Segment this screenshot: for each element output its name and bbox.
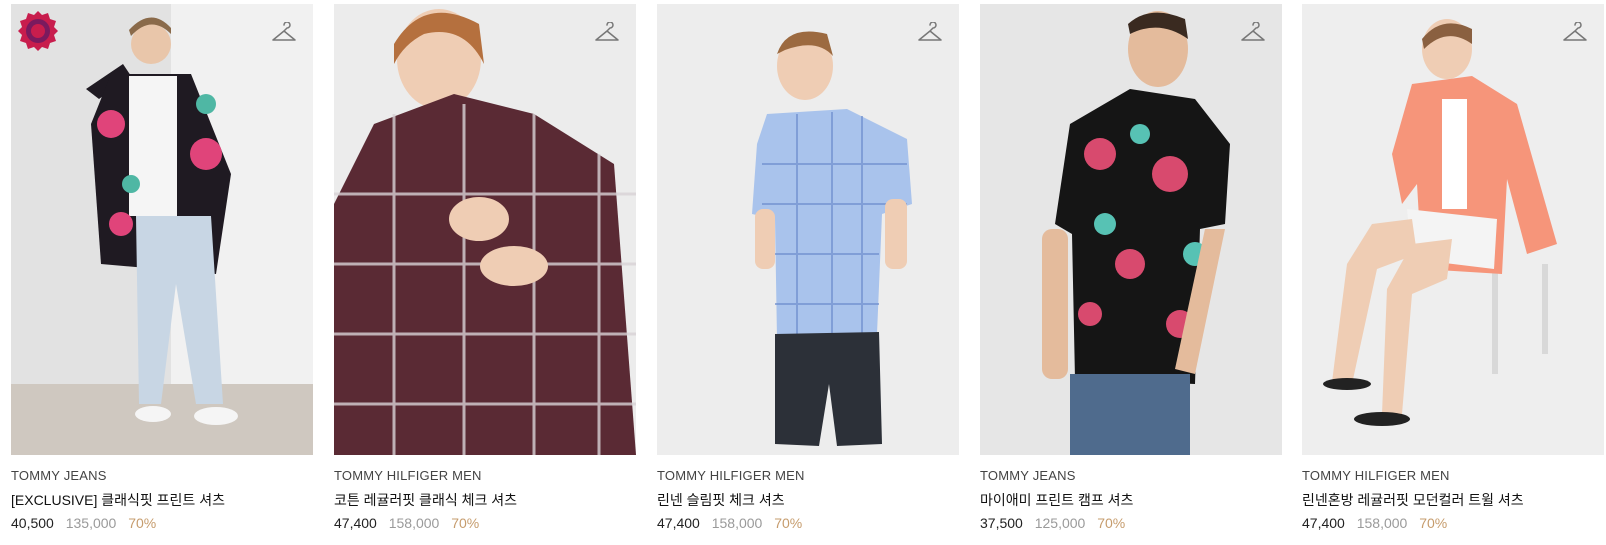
product-card[interactable]: TOMMY HILFIGER MEN 린넨혼방 레귤러핏 모던컬러 트윌 셔츠 … xyxy=(1302,4,1604,533)
product-name[interactable]: 린넨혼방 레귤러핏 모던컬러 트윌 셔츠 xyxy=(1302,490,1604,510)
product-card[interactable]: TOMMY JEANS 마이애미 프린트 캠프 셔츠 37,500 125,00… xyxy=(980,4,1282,533)
model-photo xyxy=(11,4,313,455)
product-name[interactable]: 코튼 레귤러핏 클래식 체크 셔츠 xyxy=(334,490,636,510)
product-prices: 47,400 158,000 70% xyxy=(657,513,959,533)
hanger-icon[interactable] xyxy=(917,21,943,44)
product-name[interactable]: [EXCLUSIVE] 클래식핏 프린트 셔츠 xyxy=(11,490,313,510)
product-info: TOMMY JEANS [EXCLUSIVE] 클래식핏 프린트 셔츠 40,5… xyxy=(11,455,313,533)
product-image[interactable] xyxy=(334,4,636,455)
original-price: 135,000 xyxy=(65,515,117,531)
sale-price: 47,400 xyxy=(334,515,377,531)
model-photo xyxy=(657,4,959,455)
hanger-icon[interactable] xyxy=(1562,21,1588,44)
product-name[interactable]: 린넨 슬림핏 체크 셔츠 xyxy=(657,490,959,510)
original-price: 125,000 xyxy=(1034,515,1086,531)
product-prices: 47,400 158,000 70% xyxy=(334,513,636,533)
hanger-icon[interactable] xyxy=(594,21,620,44)
product-card[interactable]: TOMMY JEANS [EXCLUSIVE] 클래식핏 프린트 셔츠 40,5… xyxy=(11,4,313,533)
product-brand: TOMMY JEANS xyxy=(11,468,107,483)
product-info: TOMMY HILFIGER MEN 린넨혼방 레귤러핏 모던컬러 트윌 셔츠 … xyxy=(1302,455,1604,533)
discount-rate: 70% xyxy=(128,515,157,531)
sale-price: 37,500 xyxy=(980,515,1023,531)
original-price: 158,000 xyxy=(711,515,763,531)
model-photo xyxy=(1302,4,1604,455)
product-card[interactable]: TOMMY HILFIGER MEN 코튼 레귤러핏 클래식 체크 셔츠 47,… xyxy=(334,4,636,533)
model-photo xyxy=(334,4,636,455)
product-info: TOMMY HILFIGER MEN 코튼 레귤러핏 클래식 체크 셔츠 47,… xyxy=(334,455,636,533)
sale-price: 47,400 xyxy=(1302,515,1345,531)
product-prices: 37,500 125,000 70% xyxy=(980,513,1282,533)
sale-price: 47,400 xyxy=(657,515,700,531)
product-prices: 40,500 135,000 70% xyxy=(11,513,313,533)
model-photo xyxy=(980,4,1282,455)
product-brand: TOMMY HILFIGER MEN xyxy=(1302,468,1450,483)
discount-rate: 70% xyxy=(1419,515,1448,531)
product-info: TOMMY HILFIGER MEN 린넨 슬림핏 체크 셔츠 47,400 1… xyxy=(657,455,959,533)
product-brand: TOMMY JEANS xyxy=(980,468,1076,483)
product-name[interactable]: 마이애미 프린트 캠프 셔츠 xyxy=(980,490,1282,510)
product-image[interactable] xyxy=(657,4,959,455)
hanger-icon[interactable] xyxy=(271,21,297,44)
discount-rate: 70% xyxy=(1097,515,1126,531)
hanger-icon[interactable] xyxy=(1240,21,1266,44)
product-card[interactable]: TOMMY HILFIGER MEN 린넨 슬림핏 체크 셔츠 47,400 1… xyxy=(657,4,959,533)
product-image[interactable] xyxy=(980,4,1282,455)
exclusive-badge-icon xyxy=(17,10,59,52)
discount-rate: 70% xyxy=(451,515,480,531)
product-image[interactable] xyxy=(1302,4,1604,455)
discount-rate: 70% xyxy=(774,515,803,531)
product-brand: TOMMY HILFIGER MEN xyxy=(334,468,482,483)
product-brand: TOMMY HILFIGER MEN xyxy=(657,468,805,483)
original-price: 158,000 xyxy=(1356,515,1408,531)
product-info: TOMMY JEANS 마이애미 프린트 캠프 셔츠 37,500 125,00… xyxy=(980,455,1282,533)
original-price: 158,000 xyxy=(388,515,440,531)
sale-price: 40,500 xyxy=(11,515,54,531)
product-image[interactable] xyxy=(11,4,313,455)
product-prices: 47,400 158,000 70% xyxy=(1302,513,1604,533)
product-grid: TOMMY JEANS [EXCLUSIVE] 클래식핏 프린트 셔츠 40,5… xyxy=(0,0,1606,545)
